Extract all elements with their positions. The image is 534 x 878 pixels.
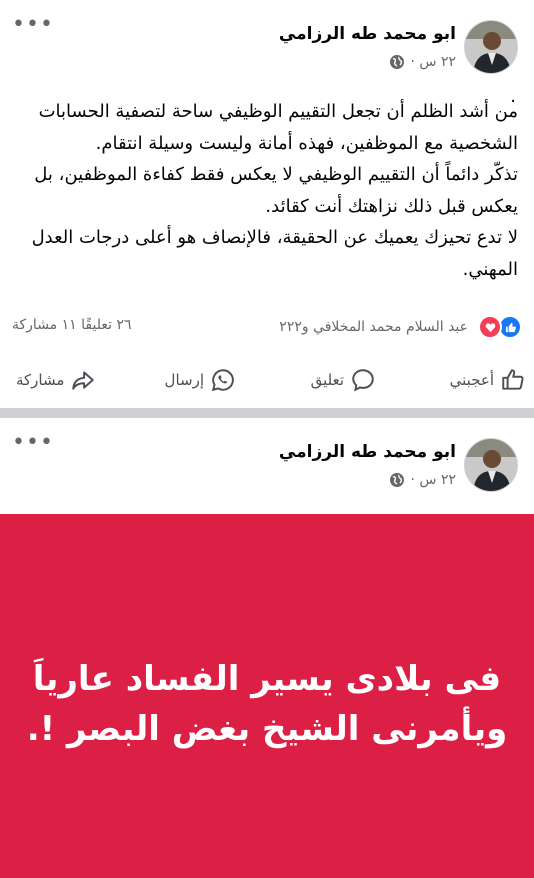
post-stats: عبد السلام محمد المخلافي و٢٢٢ ٢٦ تعليقًا… <box>12 315 522 339</box>
whatsapp-icon <box>211 369 234 392</box>
banner-line: ويأمرنى الشيخ بغض البصر !. <box>26 709 508 749</box>
post-text-paragraph: من أشد الظلم أن تجعل التقييم الوظيفي ساح… <box>38 101 518 154</box>
author-name[interactable]: ابو محمد طه الرزامي <box>279 24 456 44</box>
reactions-text: عبد السلام محمد المخلافي و٢٢٢ <box>279 319 468 335</box>
author-name[interactable]: ابو محمد طه الرزامي <box>279 442 456 462</box>
post-2: ••• ابو محمد طه الرزامي ٢٢ س · فى بلادى … <box>0 418 534 878</box>
share-label: مشاركة <box>16 371 65 389</box>
post-meta: ٢٢ س · <box>389 54 457 70</box>
post-text-paragraph: تذكّر دائماً أن التقييم الوظيفي لا يعكس … <box>34 164 518 217</box>
banner-line: فى بلادى يسير الفساد عارياَ <box>32 659 502 699</box>
author-avatar[interactable] <box>464 438 518 492</box>
post-text: من أشد الظلم أن تجعل التقييم الوظيفي ساح… <box>16 96 518 285</box>
comment-label: تعليق <box>310 371 344 389</box>
comments-shares-count[interactable]: ٢٦ تعليقًا ١١ مشاركة <box>12 317 132 333</box>
post-separator <box>0 408 534 418</box>
post-text-paragraph: لا تدع تحيزك يعميك عن الحقيقة، فالإنصاف … <box>31 227 518 280</box>
send-label: إرسال <box>164 371 204 389</box>
love-reaction-icon <box>478 315 502 339</box>
post-actions: أعجبني تعليق إرسال مشاركة <box>8 362 526 398</box>
globe-icon <box>389 55 404 69</box>
comment-icon <box>352 369 374 392</box>
send-button[interactable]: إرسال <box>165 362 236 398</box>
globe-icon <box>389 473 404 487</box>
share-icon <box>72 371 95 390</box>
reactions-summary[interactable]: عبد السلام محمد المخلافي و٢٢٢ <box>279 315 522 339</box>
text-post-banner[interactable]: فى بلادى يسير الفساد عارياَ ويأمرنى الشي… <box>0 514 534 878</box>
post-header: ابو محمد طه الرزامي ٢٢ س · <box>16 14 518 74</box>
post-meta: ٢٢ س · <box>389 472 457 488</box>
thumbs-up-icon <box>502 369 524 390</box>
post-1: ••• ابو محمد طه الرزامي ٢٢ س · . من أشد … <box>0 0 534 408</box>
share-button[interactable]: مشاركة <box>16 362 96 398</box>
like-label: أعجبني <box>449 371 494 389</box>
post-time[interactable]: ٢٢ س · <box>411 472 457 488</box>
comment-button[interactable]: تعليق <box>311 362 376 398</box>
post-time[interactable]: ٢٢ س · <box>411 54 457 70</box>
like-button[interactable]: أعجبني <box>450 362 526 398</box>
author-avatar[interactable] <box>464 20 518 74</box>
post-header: ابو محمد طه الرزامي ٢٢ س · <box>16 432 518 492</box>
banner-text: فى بلادى يسير الفساد عارياَ ويأمرنى الشي… <box>0 654 534 754</box>
